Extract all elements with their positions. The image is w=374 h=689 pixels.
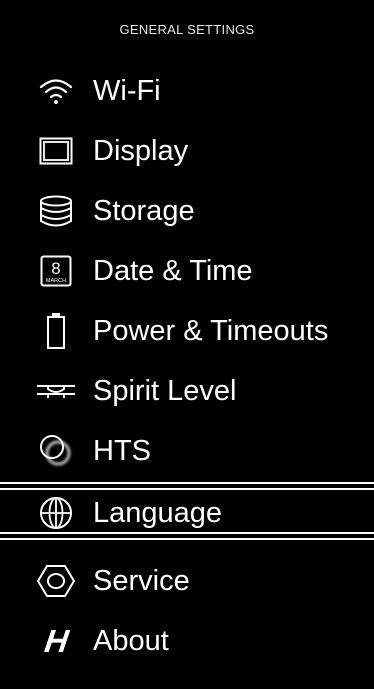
display-icon	[36, 131, 76, 171]
hasselblad-logo-icon: H	[42, 622, 70, 659]
menu-item-display[interactable]: Display	[0, 122, 374, 180]
calendar-icon: 8 MARCH	[36, 251, 76, 291]
globe-icon	[36, 493, 76, 533]
menu-item-label: Storage	[93, 195, 195, 227]
menu-item-date-time[interactable]: 8 MARCH Date & Time	[0, 242, 374, 300]
menu-item-power-timeouts[interactable]: Power & Timeouts	[0, 302, 374, 360]
menu-item-language[interactable]: Language	[0, 482, 374, 540]
menu-item-storage[interactable]: Storage	[0, 182, 374, 240]
menu-item-label: Date & Time	[93, 255, 253, 287]
menu-item-label: Service	[93, 565, 190, 597]
calendar-day-text: 8	[51, 259, 60, 278]
storage-icon	[36, 191, 76, 231]
menu-item-spirit-level[interactable]: Spirit Level	[0, 362, 374, 420]
menu-item-wifi[interactable]: Wi-Fi	[0, 62, 374, 120]
page-title: GENERAL SETTINGS	[119, 22, 255, 37]
menu-item-hts[interactable]: HTS	[0, 422, 374, 480]
menu-item-label: Spirit Level	[93, 375, 237, 407]
menu-item-label: About	[93, 625, 169, 657]
menu-item-label: Wi-Fi	[93, 75, 161, 107]
menu-item-label: Power & Timeouts	[93, 315, 329, 347]
menu-item-label: Language	[93, 497, 223, 529]
hts-icon	[36, 431, 76, 471]
battery-icon	[36, 311, 76, 351]
calendar-month-text: MARCH	[46, 278, 66, 284]
menu-item-label: Display	[93, 135, 189, 167]
menu-item-about[interactable]: H About	[0, 612, 374, 670]
menu-item-label: HTS	[93, 435, 151, 467]
wifi-icon	[36, 71, 76, 111]
menu-item-service[interactable]: Service	[0, 552, 374, 610]
spirit-level-icon	[36, 371, 76, 411]
service-hex-icon	[36, 561, 76, 601]
